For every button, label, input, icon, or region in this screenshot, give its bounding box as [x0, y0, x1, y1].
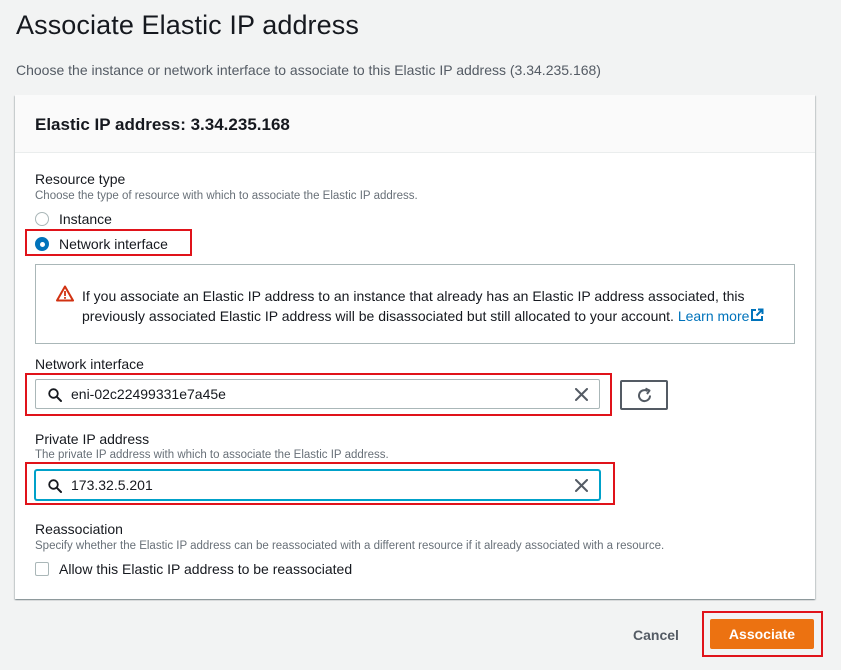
private-ip-description: The private IP address with which to ass…: [35, 449, 389, 461]
refresh-icon: [638, 387, 652, 403]
highlight-associate-button: [702, 611, 823, 657]
radio-option-instance[interactable]: Instance: [35, 211, 235, 229]
highlight-network-interface-radio: [25, 229, 192, 256]
reassociate-checkbox[interactable]: [35, 562, 49, 576]
alert-message: If you associate an Elastic IP address t…: [82, 286, 782, 326]
reassociate-checkbox-row[interactable]: Allow this Elastic IP address to be reas…: [35, 561, 365, 579]
container-title: Elastic IP address: 3.34.235.168: [35, 115, 290, 134]
refresh-button[interactable]: [620, 380, 668, 410]
page-title: Associate Elastic IP address: [16, 10, 359, 40]
alert-text: If you associate an Elastic IP address t…: [82, 288, 745, 324]
resource-type-label: Resource type: [35, 171, 126, 187]
reassociation-description: Specify whether the Elastic IP address c…: [35, 540, 665, 552]
external-link-icon[interactable]: [750, 308, 764, 322]
reassociate-checkbox-label: Allow this Elastic IP address to be reas…: [59, 561, 353, 577]
reassociation-label: Reassociation: [35, 521, 123, 537]
cancel-button[interactable]: Cancel: [622, 620, 690, 650]
private-ip-label: Private IP address: [35, 431, 150, 447]
container-header: Elastic IP address: 3.34.235.168: [15, 95, 815, 153]
highlight-private-ip-input: [25, 462, 615, 505]
warning-icon: [56, 285, 74, 302]
warning-alert: If you associate an Elastic IP address t…: [35, 264, 795, 344]
radio-instance-label: Instance: [59, 211, 112, 227]
radio-instance[interactable]: [35, 212, 49, 226]
page-description: Choose the instance or network interface…: [16, 62, 601, 78]
highlight-network-interface-input: [25, 373, 612, 416]
resource-type-description: Choose the type of resource with which t…: [35, 190, 418, 202]
learn-more-link[interactable]: Learn more: [678, 308, 750, 324]
network-interface-label: Network interface: [35, 356, 144, 372]
elastic-ip-container: Elastic IP address: 3.34.235.168: [15, 95, 815, 599]
